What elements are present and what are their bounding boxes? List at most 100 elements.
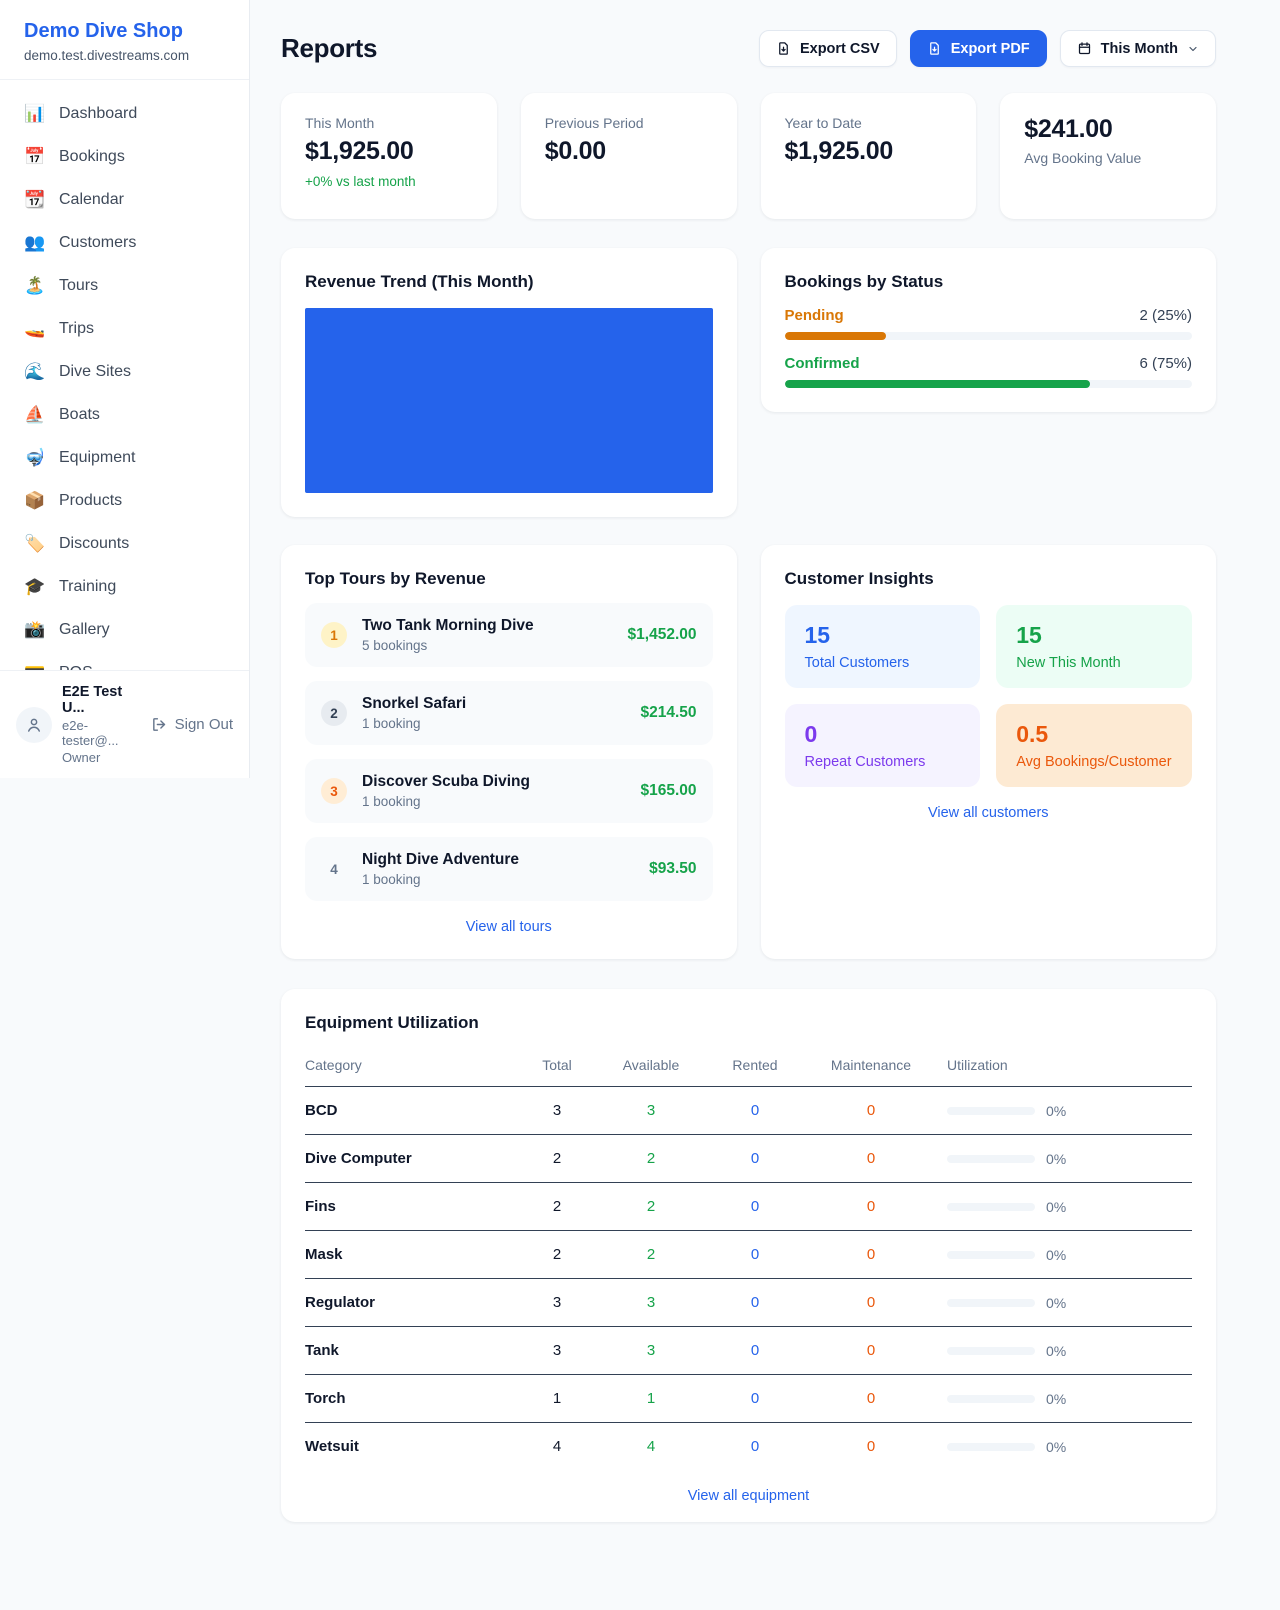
- sidebar-user-section: E2E Test U... e2e-tester@... Owner Sign …: [0, 670, 249, 778]
- sign-out-label: Sign Out: [175, 716, 233, 733]
- sidebar-item-customers[interactable]: 👥Customers: [12, 221, 237, 264]
- sidebar-item-calendar[interactable]: 📆Calendar: [12, 178, 237, 221]
- cell-utilization: 0%: [937, 1135, 1192, 1183]
- sidebar-item-training[interactable]: 🎓Training: [12, 565, 237, 608]
- user-role: Owner: [62, 750, 141, 765]
- table-row: Fins22000%: [305, 1183, 1192, 1231]
- sidebar-item-dashboard[interactable]: 📊Dashboard: [12, 92, 237, 135]
- cell-category: Dive Computer: [305, 1135, 517, 1183]
- period-label: This Month: [1101, 41, 1178, 57]
- stat-card-year-to-date: Year to Date $1,925.00: [761, 93, 977, 219]
- cell-category: Mask: [305, 1231, 517, 1279]
- credit-card-icon: 💳: [24, 663, 46, 671]
- sidebar-item-label: Bookings: [59, 148, 125, 166]
- stat-label: This Month: [305, 115, 473, 131]
- cell-utilization: 0%: [937, 1375, 1192, 1423]
- stat-value: $0.00: [545, 137, 713, 166]
- utilization-bar: [947, 1299, 1035, 1307]
- shop-name: Demo Dive Shop: [24, 20, 225, 43]
- view-all-equipment-link[interactable]: View all equipment: [305, 1488, 1192, 1504]
- tour-revenue: $214.50: [640, 704, 696, 722]
- cell-rented: 0: [705, 1135, 805, 1183]
- utilization-bar: [947, 1155, 1035, 1163]
- stat-value: $1,925.00: [305, 137, 473, 166]
- tour-bookings: 5 bookings: [362, 638, 534, 653]
- sidebar-item-products[interactable]: 📦Products: [12, 479, 237, 522]
- cell-maintenance: 0: [805, 1231, 937, 1279]
- utilization-percent: 0%: [1046, 1439, 1066, 1455]
- calendar-date-icon: 📅: [24, 147, 46, 167]
- tour-bookings: 1 booking: [362, 716, 466, 731]
- user-info: E2E Test U... e2e-tester@... Owner: [62, 684, 141, 765]
- status-bar-fill-pending: [785, 332, 887, 340]
- sidebar-item-label: Tours: [59, 277, 98, 295]
- sidebar-item-discounts[interactable]: 🏷️Discounts: [12, 522, 237, 565]
- tour-row: 4 Night Dive Adventure 1 booking $93.50: [305, 837, 713, 901]
- sidebar-item-dive-sites[interactable]: 🌊Dive Sites: [12, 350, 237, 393]
- stat-value: $1,925.00: [785, 137, 953, 166]
- sidebar-item-trips[interactable]: 🚤Trips: [12, 307, 237, 350]
- status-bar-track: [785, 380, 1193, 388]
- sidebar-item-bookings[interactable]: 📅 Bookings: [12, 135, 237, 178]
- insight-new-this-month: 15 New This Month: [996, 605, 1192, 688]
- sign-out-button[interactable]: Sign Out: [151, 716, 233, 733]
- status-row-confirmed: Confirmed 6 (75%): [785, 355, 1193, 388]
- cell-maintenance: 0: [805, 1375, 937, 1423]
- col-total: Total: [517, 1049, 597, 1087]
- shop-domain: demo.test.divestreams.com: [24, 48, 225, 63]
- sidebar-item-equipment[interactable]: 🤿Equipment: [12, 436, 237, 479]
- tour-row: 2 Snorkel Safari 1 booking $214.50: [305, 681, 713, 745]
- tour-bookings: 1 booking: [362, 872, 519, 887]
- customer-insights-title: Customer Insights: [785, 569, 1193, 589]
- sidebar-item-label: Dashboard: [59, 105, 137, 123]
- revenue-trend-title: Revenue Trend (This Month): [305, 272, 713, 292]
- sidebar-item-boats[interactable]: ⛵Boats: [12, 393, 237, 436]
- sidebar-item-tours[interactable]: 🏝️Tours: [12, 264, 237, 307]
- tag-icon: 🏷️: [24, 534, 46, 554]
- camera-icon: 📸: [24, 620, 46, 640]
- cell-total: 2: [517, 1231, 597, 1279]
- avatar: [16, 707, 52, 743]
- page-header: Reports Export CSV Export PDF This Month: [281, 30, 1216, 67]
- cell-utilization: 0%: [937, 1231, 1192, 1279]
- status-bar-fill-confirmed: [785, 380, 1091, 388]
- sidebar-item-label: Training: [59, 578, 116, 596]
- file-download-icon: [927, 41, 942, 56]
- cell-available: 2: [597, 1183, 705, 1231]
- utilization-bar: [947, 1443, 1035, 1451]
- sidebar-item-pos[interactable]: 💳POS: [12, 651, 237, 670]
- chevron-down-icon: [1187, 43, 1199, 55]
- utilization-percent: 0%: [1046, 1199, 1066, 1215]
- rank-badge: 4: [321, 856, 347, 882]
- cell-total: 1: [517, 1375, 597, 1423]
- insight-label: New This Month: [1016, 655, 1172, 671]
- view-all-customers-link[interactable]: View all customers: [785, 805, 1193, 821]
- cell-rented: 0: [705, 1375, 805, 1423]
- user-email: e2e-tester@...: [62, 718, 141, 748]
- view-all-tours-link[interactable]: View all tours: [305, 919, 713, 935]
- status-label-confirmed: Confirmed: [785, 355, 860, 372]
- utilization-percent: 0%: [1046, 1151, 1066, 1167]
- sidebar: Demo Dive Shop demo.test.divestreams.com…: [0, 0, 250, 778]
- cell-rented: 0: [705, 1231, 805, 1279]
- table-header-row: Category Total Available Rented Maintena…: [305, 1049, 1192, 1087]
- equipment-table: Category Total Available Rented Maintena…: [305, 1049, 1192, 1470]
- insight-label: Repeat Customers: [805, 754, 961, 770]
- diving-mask-icon: 🤿: [24, 448, 46, 468]
- rank-badge: 2: [321, 700, 347, 726]
- cell-rented: 0: [705, 1087, 805, 1135]
- sidebar-item-label: Boats: [59, 406, 100, 424]
- calendar-icon: [1077, 41, 1092, 56]
- sidebar-item-gallery[interactable]: 📸Gallery: [12, 608, 237, 651]
- cell-rented: 0: [705, 1423, 805, 1471]
- utilization-percent: 0%: [1046, 1103, 1066, 1119]
- cell-rented: 0: [705, 1183, 805, 1231]
- top-tours-title: Top Tours by Revenue: [305, 569, 713, 589]
- export-pdf-button[interactable]: Export PDF: [910, 30, 1047, 67]
- cell-maintenance: 0: [805, 1183, 937, 1231]
- table-row: BCD33000%: [305, 1087, 1192, 1135]
- customer-insights-card: Customer Insights 15 Total Customers 15 …: [761, 545, 1217, 959]
- export-csv-button[interactable]: Export CSV: [759, 30, 897, 67]
- period-dropdown[interactable]: This Month: [1060, 30, 1216, 67]
- insight-boxes: 15 Total Customers 15 New This Month 0 R…: [785, 605, 1193, 787]
